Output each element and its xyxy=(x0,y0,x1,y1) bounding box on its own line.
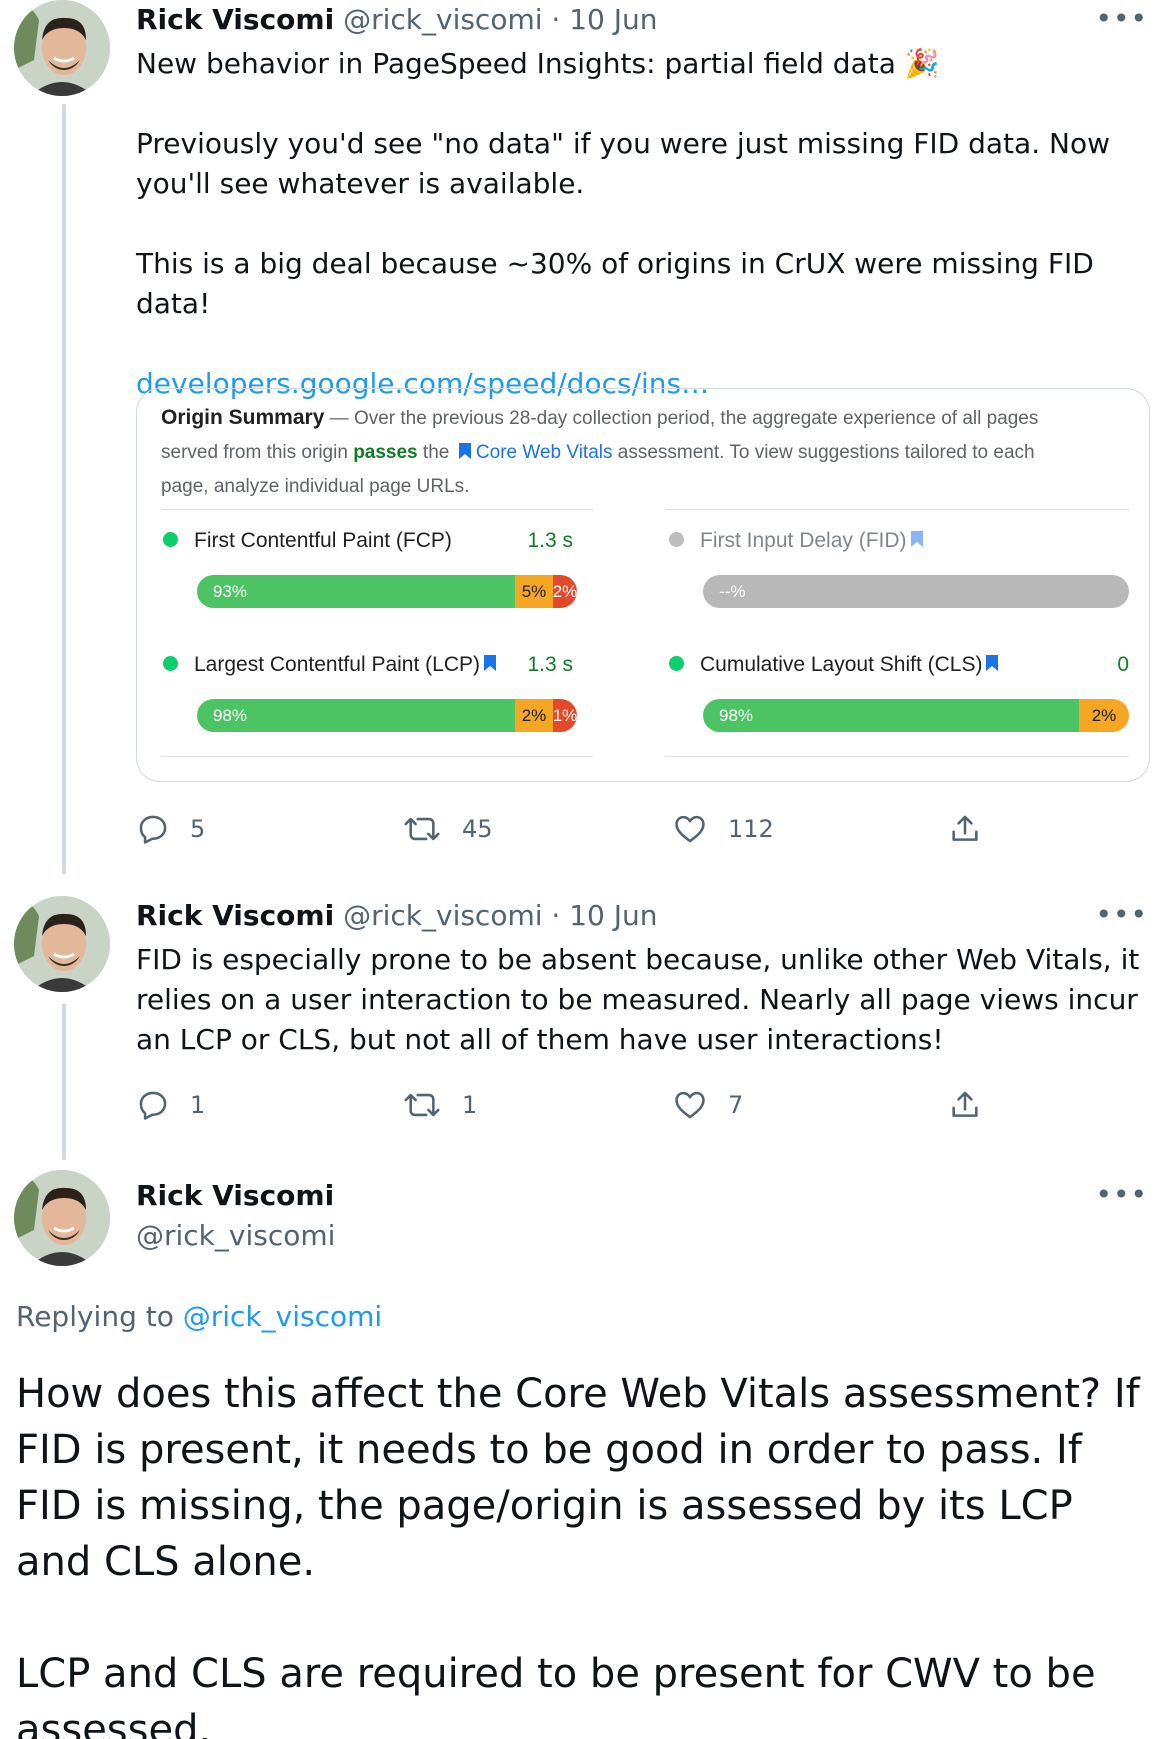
tweet-paragraph: How does this affect the Core Web Vitals… xyxy=(16,1371,1140,1585)
tweet-date[interactable]: · 10 Jun xyxy=(551,899,657,932)
good-dot-icon xyxy=(669,655,684,671)
metric-cls-bar: 98% 2% xyxy=(703,699,1129,732)
tweet-paragraph: LCP and CLS are required to be present f… xyxy=(16,1651,1096,1739)
metric-fcp-value: 1.3 s xyxy=(527,529,573,552)
origin-summary-title: Origin Summary xyxy=(161,406,325,429)
more-options-button[interactable]: ••• xyxy=(1095,898,1148,931)
author-name[interactable]: Rick Viscomi xyxy=(136,1178,334,1214)
like-button[interactable]: 7 xyxy=(672,1088,948,1122)
heart-icon xyxy=(675,1091,705,1119)
tweet-paragraph: Previously you'd see "no data" if you we… xyxy=(136,127,1110,200)
author-handle[interactable]: @rick_viscomi xyxy=(136,1218,335,1254)
metric-fcp: First Contentful Paint (FCP) xyxy=(163,529,452,553)
metric-lcp-bar: 98% 2% 1% xyxy=(197,699,577,732)
metric-cls-value: 0 xyxy=(1117,653,1129,676)
bar-poor: 2% xyxy=(553,575,577,608)
bar-good: 93% xyxy=(197,575,515,608)
divider xyxy=(665,509,1129,510)
metric-lcp: Largest Contentful Paint (LCP) xyxy=(163,653,496,677)
retweet-count: 1 xyxy=(462,1091,478,1119)
gray-dot-icon xyxy=(669,531,684,547)
replying-to: Replying to @rick_viscomi xyxy=(16,1300,382,1333)
bar-needs-improvement: 2% xyxy=(515,699,553,732)
bar-empty: --% xyxy=(703,575,1129,608)
retweet-count: 45 xyxy=(462,815,493,843)
share-button[interactable] xyxy=(948,812,982,846)
replying-to-label: Replying to xyxy=(16,1300,174,1333)
core-web-vitals-link: Core Web Vitals xyxy=(475,442,613,463)
author-name[interactable]: Rick Viscomi xyxy=(136,899,334,932)
pagespeed-screenshot[interactable]: Origin Summary — Over the previous 28-da… xyxy=(136,388,1150,782)
avatar[interactable] xyxy=(14,896,110,992)
passes-label: passes xyxy=(353,442,418,463)
like-button[interactable]: 112 xyxy=(672,812,948,846)
avatar[interactable] xyxy=(14,0,110,96)
heart-icon xyxy=(675,815,705,843)
metric-fid-bar: --% xyxy=(703,575,1129,608)
tweet-text: How does this affect the Core Web Vitals… xyxy=(16,1366,1156,1739)
metric-fcp-bar: 93% 5% 2% xyxy=(197,575,577,608)
share-button[interactable] xyxy=(948,1088,982,1122)
bar-needs-improvement: 5% xyxy=(515,575,553,608)
more-options-button[interactable]: ••• xyxy=(1095,2,1148,35)
thread-line xyxy=(62,1004,66,1160)
tweet-paragraph: New behavior in PageSpeed Insights: part… xyxy=(136,47,940,80)
bar-poor: 1% xyxy=(553,699,577,732)
reply-icon xyxy=(139,815,167,844)
thread-line xyxy=(62,104,66,874)
divider xyxy=(161,756,593,757)
more-options-button[interactable]: ••• xyxy=(1095,1178,1148,1211)
bar-needs-improvement: 2% xyxy=(1079,699,1129,732)
author-handle[interactable]: @rick_viscomi xyxy=(343,899,542,932)
bar-good: 98% xyxy=(703,699,1079,732)
replying-to-handle[interactable]: @rick_viscomi xyxy=(183,1300,382,1333)
reply-count: 1 xyxy=(190,1091,206,1119)
reply-button[interactable]: 1 xyxy=(136,1088,402,1122)
share-icon xyxy=(952,1091,978,1117)
good-dot-icon xyxy=(163,655,178,671)
metric-lcp-value: 1.3 s xyxy=(527,653,573,676)
author-name[interactable]: Rick Viscomi xyxy=(136,3,334,36)
retweet-icon xyxy=(404,817,440,841)
reply-count: 5 xyxy=(190,815,206,843)
share-icon xyxy=(952,815,978,841)
divider xyxy=(161,509,593,510)
tweet-paragraph: This is a big deal because ~30% of origi… xyxy=(136,247,1094,320)
reply-button[interactable]: 5 xyxy=(136,812,402,846)
retweet-button[interactable]: 45 xyxy=(402,812,672,846)
bookmark-icon xyxy=(458,442,471,459)
author-handle[interactable]: @rick_viscomi xyxy=(343,3,542,36)
divider xyxy=(665,756,1129,757)
tweet-text: FID is especially prone to be absent bec… xyxy=(136,943,1140,1056)
like-count: 112 xyxy=(728,815,774,843)
reply-icon xyxy=(139,1091,167,1120)
tweet-date[interactable]: · 10 Jun xyxy=(551,3,657,36)
tweet-header: Rick Viscomi @rick_viscomi · 10 Jun xyxy=(136,898,658,934)
metric-fid: First Input Delay (FID) xyxy=(669,529,923,553)
like-count: 7 xyxy=(728,1091,744,1119)
retweet-button[interactable]: 1 xyxy=(402,1088,672,1122)
tweet-header: Rick Viscomi @rick_viscomi · 10 Jun xyxy=(136,2,658,38)
origin-summary-text: Origin Summary — Over the previous 28-da… xyxy=(161,406,1039,497)
metric-cls: Cumulative Layout Shift (CLS) xyxy=(669,653,999,677)
avatar[interactable] xyxy=(14,1170,110,1266)
bookmark-icon xyxy=(986,655,999,672)
bar-good: 98% xyxy=(197,699,515,732)
tweet-text: New behavior in PageSpeed Insights: part… xyxy=(136,44,1146,404)
bookmark-icon xyxy=(910,531,923,548)
good-dot-icon xyxy=(163,531,178,547)
tweet-actions: 5 45 112 xyxy=(136,812,982,846)
retweet-icon xyxy=(404,1093,440,1117)
tweet-actions: 1 1 7 xyxy=(136,1088,982,1122)
